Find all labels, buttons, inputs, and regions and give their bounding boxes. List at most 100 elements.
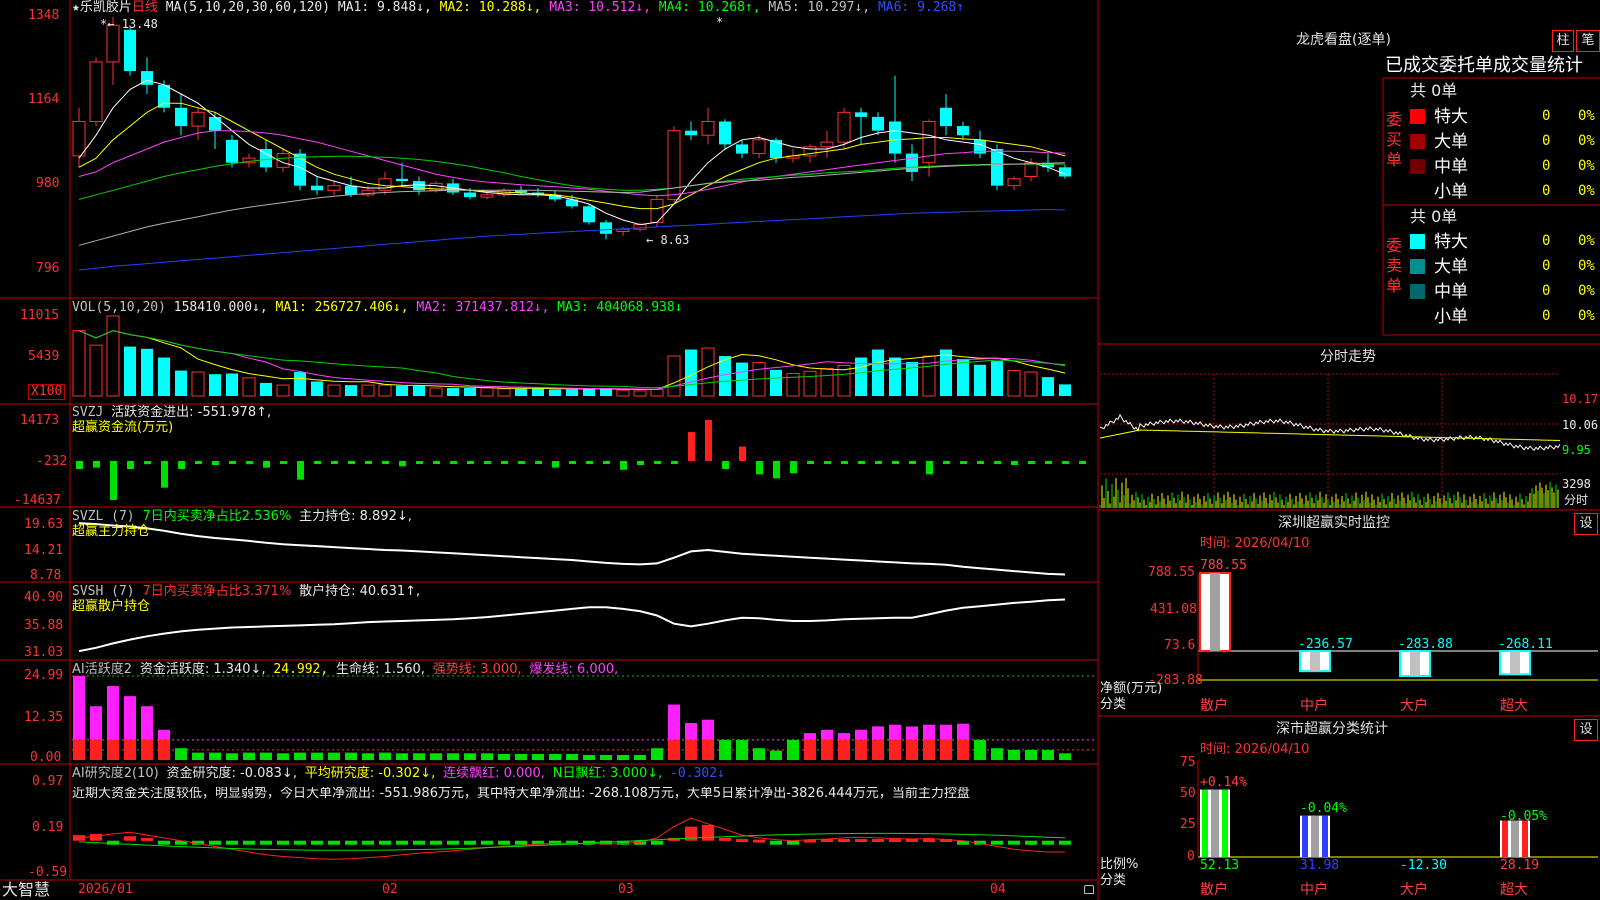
activity-bar-top xyxy=(702,719,714,740)
money-flow-bar xyxy=(739,446,746,461)
order-count: 0 xyxy=(1542,258,1551,274)
money-flow-bar xyxy=(909,461,916,464)
activity-bar-top xyxy=(957,723,969,740)
svsh-title: SVSH (7) xyxy=(72,584,135,599)
money-flow-bar xyxy=(705,420,712,461)
money-flow-bar xyxy=(382,461,389,464)
money-flow-bar xyxy=(688,432,695,461)
sz-bar-value: -283.88 xyxy=(1398,637,1453,652)
lock-icon[interactable] xyxy=(1084,885,1094,894)
activity-bar-top xyxy=(141,706,153,740)
research-bar xyxy=(243,840,255,845)
research-bar xyxy=(719,837,731,841)
activity-bar-top xyxy=(906,726,918,740)
order-stat-row: 特大 0 0% xyxy=(1406,106,1600,128)
vol-header: VOL(5,10,20) 158410.000↓, MA1: 256727.40… xyxy=(72,301,683,315)
event-star-icon[interactable]: * xyxy=(716,15,723,29)
money-flow-bar xyxy=(467,461,474,464)
price-axis-label: 1164 xyxy=(28,92,60,107)
candle-body xyxy=(752,139,766,155)
order-stat-row: 小单 0 0% xyxy=(1406,306,1600,328)
intraday-avg-line xyxy=(1099,429,1561,441)
money-flow-bar xyxy=(93,461,100,468)
volume-bar xyxy=(566,389,578,396)
color-swatch xyxy=(1410,134,1425,149)
activity-bar xyxy=(192,752,204,760)
volume-bar xyxy=(260,382,272,396)
money-flow-bar xyxy=(773,461,780,479)
order-count: 0 xyxy=(1542,158,1551,174)
order-percent: 0% xyxy=(1578,183,1595,199)
activity-bar xyxy=(430,753,442,760)
activity-bar xyxy=(787,739,799,760)
cls-ratio-value: 28.19 xyxy=(1500,858,1540,873)
ma-title: MA(5,10,20,30,60,120) xyxy=(165,0,331,15)
volume-bar xyxy=(616,389,630,397)
order-percent: 0% xyxy=(1578,283,1595,299)
cls-change-value: -0.04% xyxy=(1300,801,1347,816)
color-swatch xyxy=(1410,309,1425,324)
activity-bar xyxy=(413,753,425,760)
candle-body xyxy=(191,111,205,127)
intraday-title: 分时走势 xyxy=(1320,349,1376,365)
bar-view-button[interactable]: 柱 xyxy=(1552,30,1574,52)
candle-body xyxy=(855,112,867,117)
candle-body xyxy=(1024,162,1038,177)
sz-monitor-title: 深圳超赢实时监控 xyxy=(1278,515,1390,531)
activity-bar xyxy=(277,753,289,760)
activity-bar xyxy=(770,750,782,760)
favorite-star-icon[interactable]: ★ xyxy=(72,0,80,15)
money-flow-bar xyxy=(943,461,950,464)
sz-axis-label: 73.6 xyxy=(1164,638,1196,653)
activity-bar xyxy=(1008,749,1020,760)
sz-bar-value: -268.11 xyxy=(1498,637,1553,652)
volume-bar xyxy=(209,374,221,396)
activity-bar-base xyxy=(107,739,119,760)
money-flow-bar xyxy=(416,461,423,464)
activity-bar xyxy=(294,752,306,760)
activity-bar xyxy=(209,752,221,760)
activity-bar xyxy=(1025,749,1037,760)
activity-bar-top xyxy=(685,723,697,740)
money-flow-bar xyxy=(790,461,797,474)
activity-bar-base xyxy=(821,739,833,760)
money-flow-bar xyxy=(365,461,372,464)
svsh-header: SVSH (7) 7日内买卖净占比3.371% 散户持仓: 40.631↑, xyxy=(72,585,420,599)
volume-bar xyxy=(803,370,817,397)
tick-view-button[interactable]: 笔 xyxy=(1576,30,1600,52)
activity-bar-top xyxy=(107,686,119,740)
research-bar xyxy=(464,840,476,845)
svsh-ratio: 7日内买卖净占比3.371% xyxy=(142,584,292,599)
charts-canvas xyxy=(72,17,1598,860)
money-flow-bar xyxy=(1045,461,1052,464)
order-stat-row: 中单 0 0% xyxy=(1406,281,1600,303)
money-flow-bar xyxy=(195,461,202,464)
money-flow-bar xyxy=(671,461,678,464)
buy-orders-label: 委买单 xyxy=(1386,110,1403,169)
research-bar xyxy=(328,840,340,845)
activity-bar-base xyxy=(838,739,850,760)
color-swatch xyxy=(1410,184,1425,199)
money-flow-bar xyxy=(569,461,576,464)
activity-bar-base xyxy=(124,739,136,760)
activity-bar xyxy=(328,752,340,760)
activity-bar xyxy=(1059,753,1071,760)
activity-bar-base xyxy=(855,739,867,760)
svzl-header: SVZL (7) 7日内买卖净占比2.536% 主力持仓: 8.892↓, xyxy=(72,510,412,524)
sz-settings-button[interactable]: 设 xyxy=(1574,513,1598,535)
sz-category-label: 散户 xyxy=(1200,698,1228,714)
money-flow-bar xyxy=(110,461,117,500)
money-flow-bar xyxy=(654,461,661,464)
cls-settings-button[interactable]: 设 xyxy=(1574,719,1598,741)
activity-bar xyxy=(379,752,391,760)
activity-bar-top xyxy=(923,724,935,740)
research-bar xyxy=(277,840,289,845)
period-label[interactable]: 日线 xyxy=(132,0,158,15)
order-count: 0 xyxy=(1542,183,1551,199)
activity-bar-top xyxy=(90,706,102,740)
svzj-axis-label: -232 xyxy=(36,454,68,469)
activity-bar xyxy=(651,748,663,760)
cls-bar-stripe xyxy=(1222,789,1228,857)
activity-bar-top xyxy=(838,733,850,740)
research-bar xyxy=(1042,840,1054,845)
